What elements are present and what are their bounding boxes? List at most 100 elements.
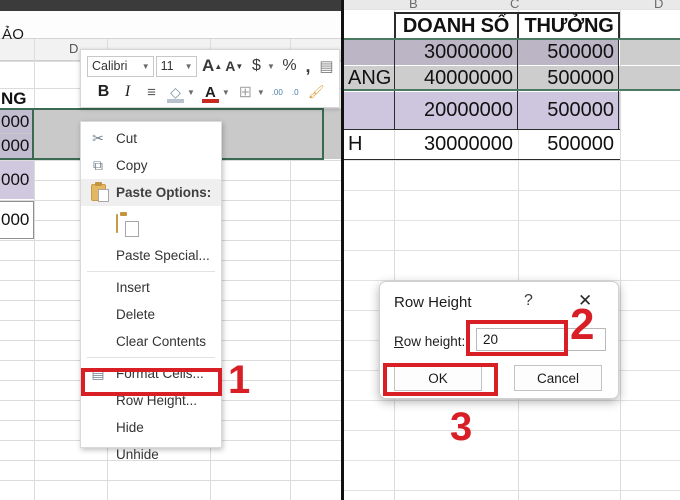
mini-formatting-toolbar[interactable]: Calibri ▼ 11 ▼ A ▲ A ▼ $ ▼ % , ▤ B I ≡ ◇… <box>80 49 340 108</box>
chevron-down-icon[interactable]: ▼ <box>257 88 268 97</box>
center-align-icon[interactable]: ≡ <box>140 81 163 104</box>
annotation-highlight-input <box>466 320 568 356</box>
chevron-down-icon[interactable]: ▼ <box>185 62 196 71</box>
right-cell-border <box>344 159 620 160</box>
right-cell-label[interactable]: H <box>346 130 393 159</box>
row-height-label-rest: ow height: <box>403 334 466 349</box>
annotation-step-1: 1 <box>228 358 251 402</box>
context-menu-item-copy[interactable]: ⧉ Copy <box>81 152 221 179</box>
right-gridline-h <box>344 490 680 491</box>
right-cell-thuong[interactable]: 500000 <box>520 40 617 65</box>
grow-font-icon[interactable]: A ▲ <box>202 55 223 78</box>
annotation-highlight-ok <box>383 363 498 396</box>
context-menu-item-paste-special[interactable]: Paste Special... <box>81 242 221 269</box>
context-menu-item-insert[interactable]: Insert <box>81 274 221 301</box>
font-size-value: 11 <box>160 59 174 73</box>
dialog-title: Row Height <box>394 294 472 311</box>
context-menu-label: Hide <box>116 420 144 435</box>
right-gridline-h <box>344 9 680 10</box>
context-menu-item-unhide[interactable]: Unhide <box>81 441 221 468</box>
font-color-swatch <box>201 98 219 103</box>
right-cell-doanh-so[interactable]: 40000000 <box>395 66 516 90</box>
chevron-down-icon[interactable]: ▼ <box>187 88 198 97</box>
paste-options-button-row[interactable] <box>81 206 221 242</box>
context-menu-label: Cut <box>116 131 138 146</box>
borders-icon[interactable]: ⊞ <box>234 81 257 104</box>
context-menu-label: Delete <box>116 307 156 322</box>
right-header-mid-border <box>517 12 519 40</box>
percent-style-icon[interactable]: % <box>279 55 300 78</box>
right-header-thuong[interactable]: THƯỞNG <box>520 14 618 38</box>
excel-title-band-left <box>0 0 342 11</box>
left-column-letter-d[interactable]: D <box>69 41 78 56</box>
increase-decimal-icon[interactable]: .0 <box>287 81 304 104</box>
right-cell-label[interactable] <box>346 92 393 129</box>
right-header-doanh-so[interactable]: DOANH SỐ <box>396 14 516 38</box>
right-gridline-h <box>344 190 680 191</box>
right-cell-label[interactable]: ANG <box>346 66 393 90</box>
comma-style-icon[interactable]: , <box>301 55 315 78</box>
fill-color-icon[interactable]: ◇ <box>164 81 187 104</box>
copy-icon: ⧉ <box>93 157 103 173</box>
context-menu-separator <box>87 271 215 272</box>
annotation-highlight-row-height <box>81 368 222 396</box>
fill-color-swatch <box>167 98 184 103</box>
left-cell-value[interactable]: 000 <box>0 161 34 199</box>
right-cell-thuong[interactable]: 500000 <box>520 66 617 90</box>
mini-toolbar-row-1: Calibri ▼ 11 ▼ A ▲ A ▼ $ ▼ % , ▤ <box>83 53 337 79</box>
screenshot-root: ẢO D NG 000 000 000 000 B C D DOANH SỐ T… <box>0 0 680 500</box>
merge-and-center-icon[interactable]: ▤ <box>316 55 337 78</box>
cell-context-menu[interactable]: ✂ Cut ⧉ Copy Paste Options: Paste Specia… <box>80 121 222 462</box>
right-gridline-h <box>344 460 680 461</box>
context-menu-item-clear-contents[interactable]: Clear Contents <box>81 328 221 355</box>
context-menu-label: Paste Special... <box>116 248 210 263</box>
paste-keep-source-formatting-icon[interactable] <box>116 214 139 237</box>
format-painter-icon[interactable]: 🖌 <box>305 81 328 104</box>
italic-icon[interactable]: I <box>116 81 139 104</box>
mini-toolbar-row-2: B I ≡ ◇ ▼ A ▼ ⊞ ▼ .00 .0 🖌 <box>83 79 337 105</box>
context-menu-item-delete[interactable]: Delete <box>81 301 221 328</box>
formula-bar[interactable]: ẢO <box>0 11 342 43</box>
font-color-icon[interactable]: A <box>199 81 222 104</box>
right-cell-border <box>517 40 518 130</box>
left-gridline-h <box>0 480 342 481</box>
right-cell-doanh-so[interactable]: 20000000 <box>395 92 516 129</box>
context-menu-label: Clear Contents <box>116 334 207 349</box>
right-cell-thuong[interactable]: 500000 <box>520 130 617 159</box>
cancel-button[interactable]: Cancel <box>514 365 602 391</box>
help-icon[interactable]: ? <box>524 292 533 310</box>
right-gridline-h <box>344 430 680 431</box>
left-cell-header[interactable]: NG <box>0 89 34 108</box>
chevron-down-icon[interactable]: ▼ <box>222 88 233 97</box>
context-menu-label: Insert <box>116 280 150 295</box>
context-menu-item-cut[interactable]: ✂ Cut <box>81 125 221 152</box>
right-cell-doanh-so[interactable]: 30000000 <box>395 130 516 159</box>
font-name-combobox[interactable]: Calibri ▼ <box>87 55 154 77</box>
right-header-right-border <box>618 12 620 40</box>
context-menu-label: Paste Options: <box>116 185 212 200</box>
right-cell-doanh-so[interactable]: 30000000 <box>395 40 516 65</box>
chevron-down-icon[interactable]: ▼ <box>267 62 278 71</box>
context-menu-item-hide[interactable]: Hide <box>81 414 221 441</box>
accounting-number-format-icon[interactable]: $ <box>246 55 267 78</box>
context-menu-label: Copy <box>116 158 148 173</box>
right-cell-thuong[interactable]: 500000 <box>520 92 617 129</box>
shrink-font-icon[interactable]: A ▼ <box>224 55 245 78</box>
context-menu-separator <box>87 357 215 358</box>
row-height-label: Row height: <box>394 334 466 349</box>
context-menu-label: Unhide <box>116 447 159 462</box>
context-menu-paste-options-header: Paste Options: <box>81 179 221 206</box>
right-spreadsheet-pane[interactable]: B C D DOANH SỐ THƯỞNG 30000000 500000 AN… <box>344 0 680 500</box>
left-cell-value[interactable]: 000 <box>0 201 34 239</box>
annotation-step-3: 3 <box>450 405 473 449</box>
chevron-down-icon[interactable]: ▼ <box>142 62 153 71</box>
font-size-combobox[interactable]: 11 ▼ <box>155 55 197 77</box>
right-gridline-h <box>344 160 680 161</box>
bold-icon[interactable]: B <box>92 81 115 104</box>
scissors-icon: ✂ <box>92 130 104 146</box>
right-row-shade <box>620 40 680 65</box>
left-selection-outline <box>0 108 34 160</box>
decrease-decimal-icon[interactable]: .00 <box>269 81 286 104</box>
annotation-step-2: 2 <box>570 300 595 349</box>
right-cell-border <box>618 40 619 130</box>
